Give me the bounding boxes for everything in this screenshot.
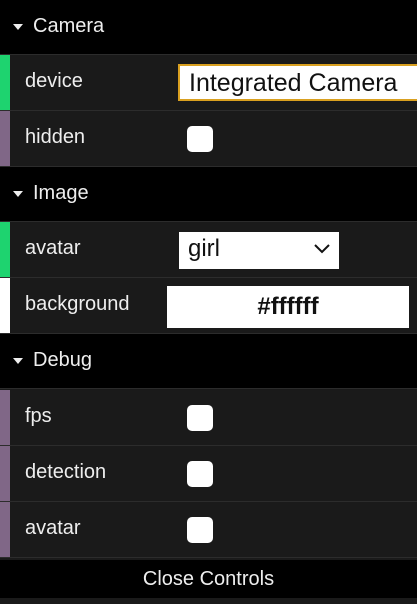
- folder-title-debug[interactable]: Debug: [0, 334, 417, 389]
- boolean-type-stripe: [0, 502, 10, 557]
- folder-title-label: Image: [33, 182, 89, 204]
- fps-checkbox[interactable]: [187, 405, 213, 431]
- avatar-select[interactable]: girl: [179, 232, 339, 269]
- avatar-select-row: avatar girl: [0, 222, 417, 278]
- controls-panel: Camera device Integrated Camera hidden I…: [0, 0, 417, 604]
- hidden-row: hidden: [0, 111, 417, 167]
- avatar-label: avatar: [25, 237, 81, 259]
- chevron-down-icon: [314, 244, 330, 254]
- caret-down-icon: [13, 358, 23, 364]
- detection-label: detection: [25, 461, 107, 483]
- folder-title-label: Camera: [33, 15, 105, 37]
- string-type-stripe: [0, 55, 10, 110]
- avatar-debug-row: avatar: [0, 502, 417, 558]
- avatar-select-value: girl: [188, 235, 221, 262]
- caret-down-icon: [13, 191, 23, 197]
- fps-row: fps: [0, 390, 417, 446]
- folder-title-label: Debug: [33, 349, 92, 371]
- fps-label: fps: [25, 405, 52, 427]
- color-type-stripe: [0, 278, 10, 333]
- string-type-stripe: [0, 222, 10, 277]
- background-row: background #ffffff: [0, 278, 417, 334]
- boolean-type-stripe: [0, 446, 10, 501]
- close-controls-button[interactable]: Close Controls: [0, 560, 417, 598]
- avatar-debug-label: avatar: [25, 517, 81, 539]
- boolean-type-stripe: [0, 111, 10, 166]
- device-label: device: [25, 70, 83, 92]
- detection-row: detection: [0, 446, 417, 502]
- folder-title-camera[interactable]: Camera: [0, 0, 417, 55]
- device-row: device Integrated Camera: [0, 55, 417, 111]
- folder-title-image[interactable]: Image: [0, 167, 417, 222]
- background-color-input[interactable]: #ffffff: [167, 286, 409, 328]
- device-input[interactable]: Integrated Camera: [178, 64, 417, 101]
- hidden-checkbox[interactable]: [187, 126, 213, 152]
- detection-checkbox[interactable]: [187, 461, 213, 487]
- background-label: background: [25, 293, 130, 315]
- boolean-type-stripe: [0, 390, 10, 445]
- caret-down-icon: [13, 24, 23, 30]
- avatar-debug-checkbox[interactable]: [187, 517, 213, 543]
- hidden-label: hidden: [25, 126, 86, 148]
